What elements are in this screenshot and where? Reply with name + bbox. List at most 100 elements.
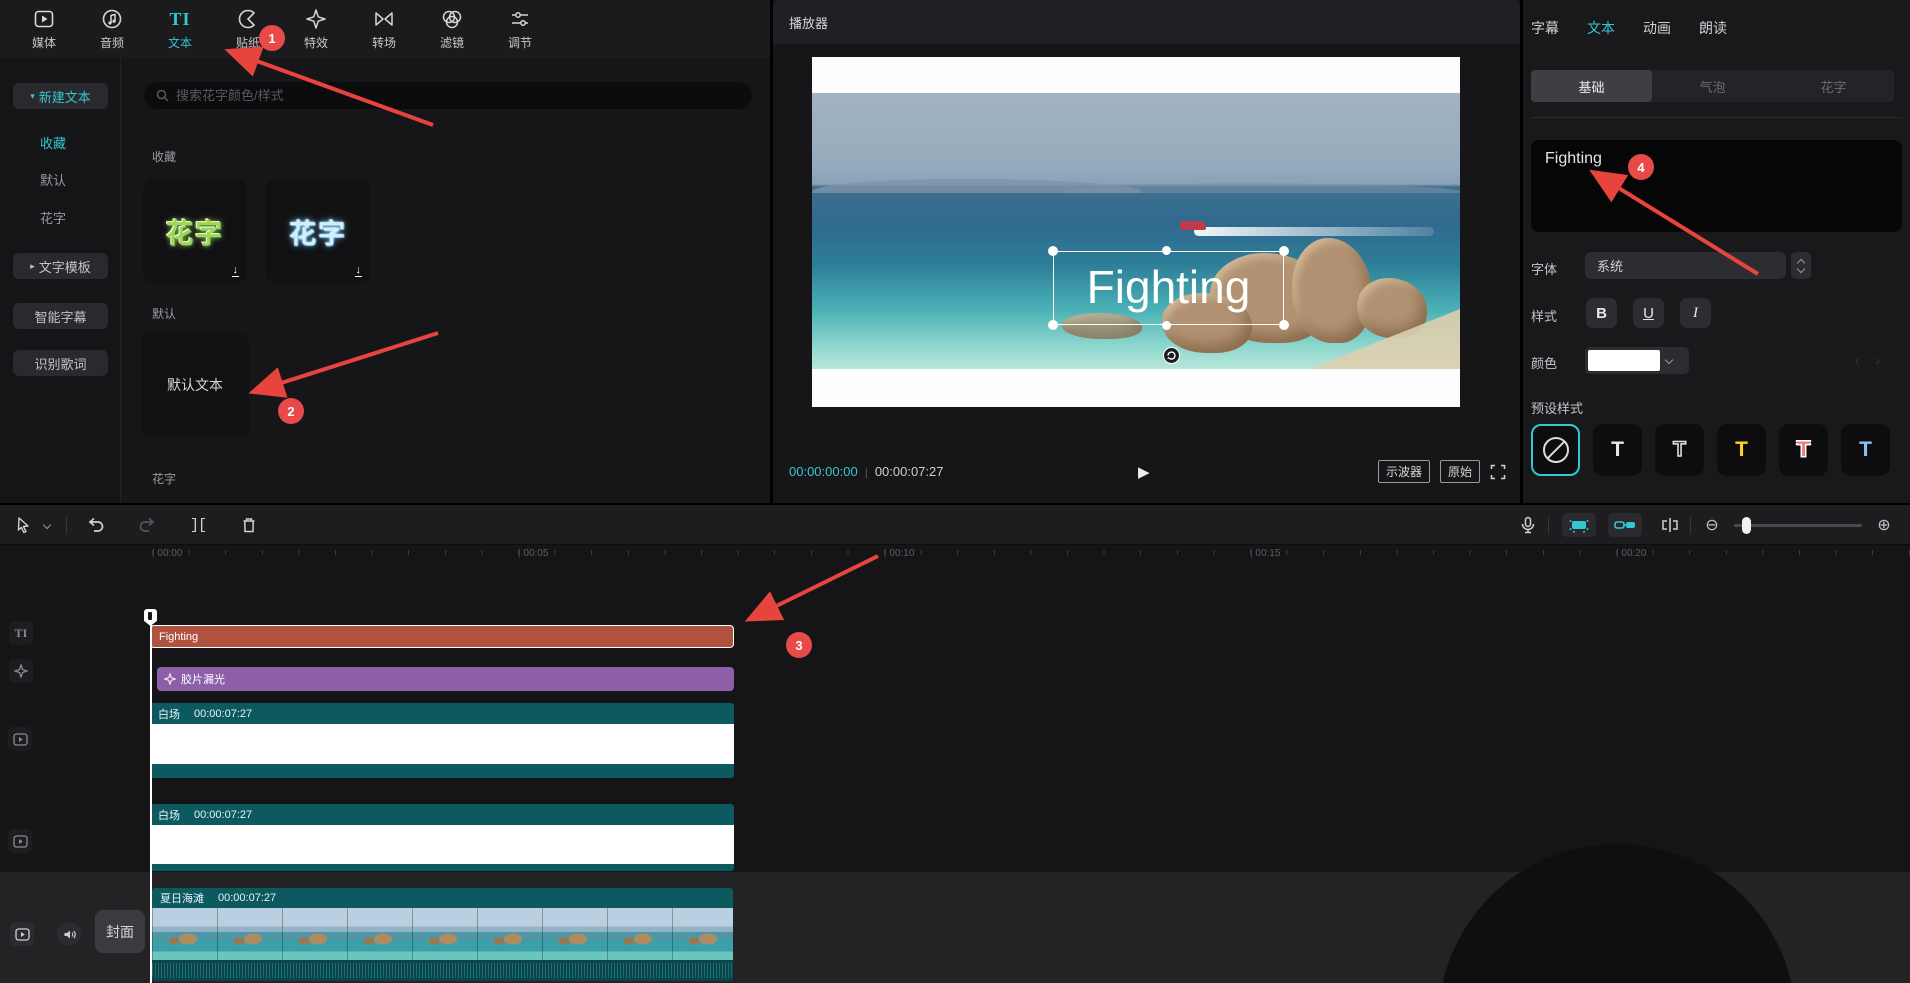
delete-button[interactable] [237,513,261,537]
sidebar-item-huazi[interactable]: 花字 [40,208,66,227]
scope-button[interactable]: 示波器 [1378,460,1430,483]
timeline-ruler[interactable]: 00:00 00:05 00:10 00:15 00:20 [0,545,1910,567]
text-track-icon[interactable]: TI [9,621,33,645]
tab-subtitle[interactable]: 字幕 [1531,18,1559,38]
effect-icon [164,673,176,685]
color-picker[interactable] [1585,347,1689,374]
preset-pager-arrows[interactable]: ‹› [1855,352,1896,368]
linkage-toggle[interactable] [1608,513,1642,537]
timeline-zoom-handle[interactable] [1742,517,1751,534]
preview-axis-button[interactable] [1658,513,1682,537]
video-canvas[interactable]: Fighting [812,57,1460,407]
resize-handle-sw[interactable] [1048,320,1058,330]
preset-letter: T [1797,438,1810,462]
beach-clip-label: 夏日海滩 [160,890,204,906]
subtab-huazi[interactable]: 花字 [1773,70,1894,102]
sidebar-item-text-template[interactable]: ▸ 文字模板 [13,253,108,279]
white-clip-1-footer [150,764,734,778]
beach-clip[interactable]: 夏日海滩 00:00:07:27 [152,888,733,908]
effect-track-icon[interactable] [9,659,33,683]
favorite-huazi-green[interactable]: 花字 ↓ [143,179,247,283]
beach-clip-waveform[interactable] [152,960,733,981]
sidebar-item-new-text[interactable]: ▾ 新建文本 [13,83,108,109]
video-overlay-text[interactable]: Fighting [1054,254,1283,320]
font-stepper[interactable] [1791,252,1811,279]
sidebar-item-default[interactable]: 默认 [40,170,66,189]
white-clip-1[interactable]: 白场 00:00:07:27 [150,703,734,724]
underline-button[interactable]: U [1633,298,1664,328]
playhead-handle[interactable] [144,609,157,626]
zoom-out-button[interactable]: ⊖ [1700,513,1724,537]
toolbar-text[interactable]: TI 文本 [146,7,214,51]
resize-handle-s[interactable] [1162,321,1171,330]
tab-read-aloud[interactable]: 朗读 [1699,18,1727,38]
font-select[interactable]: 系统 [1585,252,1786,279]
undo-button[interactable] [84,513,108,537]
preset-white-solid[interactable]: T [1593,424,1642,476]
italic-button[interactable]: I [1680,298,1711,328]
favorite-huazi-ice[interactable]: 花字 ↓ [266,179,370,283]
preset-yellow[interactable]: T [1717,424,1766,476]
white-clip-2-body[interactable] [150,825,734,864]
toolbar-adjust[interactable]: 调节 [486,7,554,51]
preset-blue[interactable]: T [1841,424,1890,476]
toolbar-audio[interactable]: 音频 [78,7,146,51]
text-clip-fighting[interactable]: Fighting [150,625,734,648]
resize-handle-nw[interactable] [1048,246,1058,256]
select-tool-dropdown[interactable] [40,513,54,537]
timeline-zoom-slider[interactable] [1734,524,1862,527]
record-voiceover-button[interactable] [1516,513,1540,537]
text-selection-box[interactable]: Fighting [1053,251,1284,325]
toolbar-effects[interactable]: 特效 [282,7,350,51]
preset-none[interactable] [1531,424,1580,476]
text-icon: TI [168,7,192,31]
subtab-basic[interactable]: 基础 [1531,70,1652,102]
white-clip-label: 白场 [158,807,180,823]
cover-button[interactable]: 封面 [95,910,145,953]
sidebar-item-favorites[interactable]: 收藏 [40,133,66,152]
original-button[interactable]: 原始 [1440,460,1480,483]
preset-white-outline[interactable]: T [1655,424,1704,476]
divider [66,516,67,534]
playhead-line[interactable] [150,613,152,983]
subtab-bubble[interactable]: 气泡 [1652,70,1773,102]
resize-handle-se[interactable] [1279,320,1289,330]
zoom-in-button[interactable]: ⊕ [1872,513,1896,537]
select-tool-button[interactable] [12,513,36,537]
huazi-green-text: 花字 [166,212,224,251]
caret-down-icon: ▾ [30,91,35,102]
fullscreen-icon[interactable] [1490,464,1506,480]
snapping-toggle[interactable] [1562,513,1596,537]
tab-text[interactable]: 文本 [1587,18,1615,38]
effect-clip-label: 胶片漏光 [181,671,225,687]
default-text-item[interactable]: 默认文本 [141,333,249,437]
default-section-label: 默认 [152,305,176,322]
video-track-icon[interactable] [8,727,32,751]
toolbar-media[interactable]: 媒体 [10,7,78,51]
effect-clip[interactable]: 胶片漏光 [157,667,734,691]
tab-animation[interactable]: 动画 [1643,18,1671,38]
sidebar-text-template-label: 文字模板 [39,257,91,276]
split-button[interactable]: ][ [186,513,210,537]
toolbar-transition[interactable]: 转场 [350,7,418,51]
preset-pink[interactable]: T [1779,424,1828,476]
search-bar[interactable] [144,82,752,109]
text-content-input[interactable]: Fighting [1531,140,1902,232]
sidebar-item-recognize-lyrics[interactable]: 识别歌词 [13,350,108,376]
beach-clip-filmstrip[interactable] [152,908,733,960]
mute-track-button[interactable] [57,922,81,946]
video-track-icon[interactable] [10,922,34,946]
redo-button[interactable] [135,513,159,537]
rotate-handle[interactable] [1163,347,1180,364]
sidebar-item-smart-caption[interactable]: 智能字幕 [13,303,108,329]
white-clip-1-body[interactable] [150,724,734,764]
white-clip-2[interactable]: 白场 00:00:07:27 [150,804,734,825]
toolbar-filter[interactable]: 滤镜 [418,7,486,51]
bold-button[interactable]: B [1586,298,1617,328]
play-button[interactable]: ▶ [1138,463,1150,481]
resize-handle-ne[interactable] [1279,246,1289,256]
resize-handle-n[interactable] [1162,246,1171,255]
search-input[interactable] [176,88,696,103]
divider [1531,117,1902,118]
video-track-icon[interactable] [8,829,32,853]
